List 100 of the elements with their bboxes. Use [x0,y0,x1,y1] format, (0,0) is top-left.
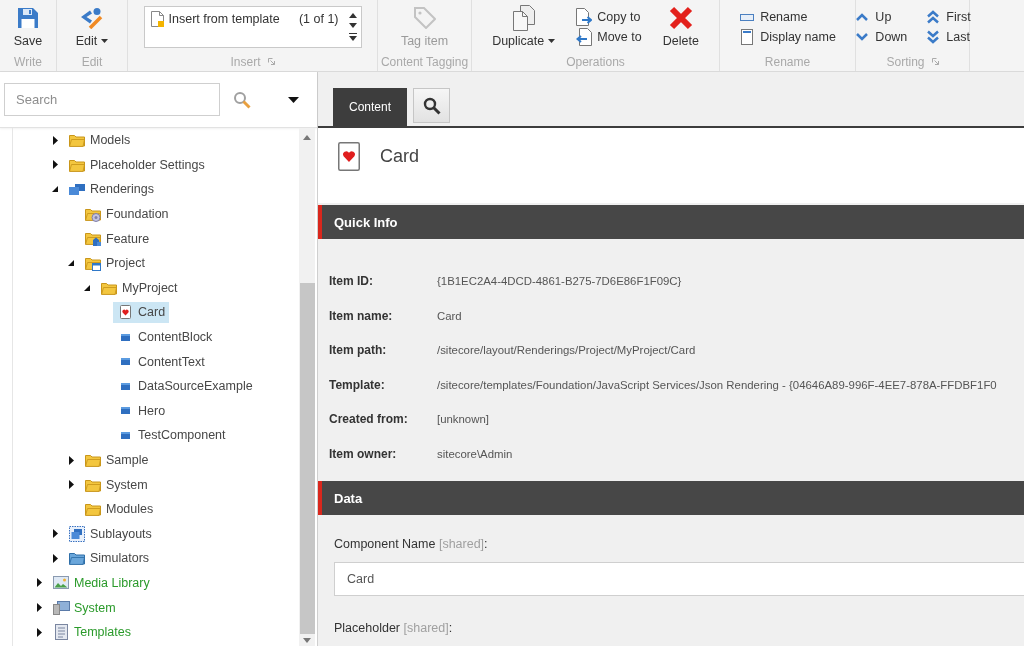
search-tab[interactable] [413,88,451,123]
expanded-arrow-icon[interactable] [84,284,90,291]
tree-item[interactable]: System [81,474,152,496]
collapsed-arrow-icon[interactable] [68,455,74,465]
scrollbar[interactable] [299,128,315,646]
tag-icon [413,7,436,29]
ribbon-button[interactable]: Duplicate [487,3,561,50]
tree-item[interactable]: Project [81,252,149,274]
tree-item[interactable]: Templates [49,621,135,643]
chevron-pencil-icon [80,7,104,29]
scrollbar-thumb[interactable] [299,283,315,634]
dropdown-caret-icon[interactable] [288,96,299,103]
ribbon-button[interactable]: Up [852,7,910,27]
group-label: Rename [764,54,811,69]
double-chevron-down-icon [927,30,940,44]
expanded-arrow-icon[interactable] [68,260,74,267]
rectangle-icon [120,333,130,341]
tree-item[interactable]: Foundation [81,203,173,225]
collapsed-arrow-icon[interactable] [36,603,42,613]
tree-item[interactable]: ContentText [113,351,209,373]
expanded-arrow-icon[interactable] [52,186,58,193]
ribbon-button[interactable]: Display name [737,27,838,47]
ribbon-button[interactable]: Delete [657,3,704,50]
info-label: Item owner: [329,446,398,461]
collapsed-arrow-icon[interactable] [36,627,42,637]
tree-item[interactable]: Feature [81,228,154,250]
ribbon-button[interactable]: Last [923,27,973,47]
collapsed-arrow-icon[interactable] [52,553,58,563]
info-value: sitecore\Admin [437,447,513,460]
page-icon [150,11,164,27]
tree-item[interactable]: System [49,597,120,619]
ribbon-button[interactable]: Copy to [574,7,644,27]
page-arrow-icon [576,28,593,46]
item-title: Card [380,146,419,167]
section-header[interactable]: Quick Info [318,205,1024,239]
search-icon[interactable] [233,90,251,109]
text-box-icon [740,13,755,21]
tree-item[interactable]: Modules [81,498,158,520]
dotted-frame-icon [69,525,85,542]
field-label: Component Name [shared]: [334,536,489,553]
tree-item[interactable]: Sample [81,449,153,471]
text-field[interactable]: Card [334,562,1024,596]
heart-card-icon [338,142,360,171]
tree-item[interactable]: Card [113,301,170,323]
window-icon [741,29,754,45]
section-header[interactable]: Data [318,481,1024,515]
computer-icon [52,600,70,615]
search-icon [422,96,441,115]
folder-icon [69,157,85,172]
ribbon-button[interactable]: Save [8,3,48,50]
folder-gear-icon [85,206,101,222]
group-label: Content Tagging [380,54,469,69]
item-count: (1 of 1) [298,11,340,28]
scroll-up-icon[interactable] [348,12,357,18]
folder-window-icon [85,255,101,271]
tree-item[interactable]: DataSourceExample [113,375,257,397]
bar-triangle-icon[interactable] [348,33,357,42]
info-label: Item name: [329,308,394,323]
info-label: Template: [329,377,386,392]
ribbon-button[interactable]: Edit [70,3,114,50]
folder-icon [69,133,85,148]
ribbon-button[interactable]: First [923,7,973,27]
info-value: Card [437,309,462,322]
tree-item[interactable]: ContentBlock [113,326,217,348]
gallery-item[interactable]: Insert from template [148,10,282,28]
tree-item[interactable]: Media Library [49,572,154,594]
rectangle-icon [120,431,130,439]
ribbon-button[interactable]: Rename [737,7,838,27]
picture-icon [53,576,69,590]
documents-icon [512,5,535,31]
collapsed-arrow-icon[interactable] [52,529,58,539]
tree-item[interactable]: Sublayouts [65,523,156,545]
tab[interactable]: Content [333,88,408,126]
tree-item[interactable]: Hero [113,400,170,422]
info-value: /sitecore/templates/Foundation/JavaScript Services/Json Rendering - {04646A89-996F-4EE7-878A-FFDBF1F0 [437,378,997,391]
collapsed-arrow-icon[interactable] [52,135,58,145]
info-label: Created from: [329,412,409,427]
ribbon-button[interactable]: Down [852,27,910,47]
folder-icon [85,502,101,517]
rectangle-icon [120,382,130,390]
tree-item[interactable]: Models [65,129,135,151]
collapsed-arrow-icon[interactable] [36,578,42,588]
tree-item[interactable]: Renderings [65,179,158,200]
tree-item[interactable]: MyProject [97,277,182,299]
scroll-down-icon[interactable] [348,23,357,28]
tree-item[interactable]: Simulators [65,547,154,569]
info-label: Item path: [329,343,388,358]
page-arrow-icon [576,8,593,26]
group-label: Operations [566,54,625,69]
folder-icon [101,280,117,295]
group-label: Insert [230,54,261,69]
stacked-windows-icon [69,184,85,195]
search-field[interactable]: Search [4,83,220,116]
tree-item[interactable]: TestComponent [113,424,230,446]
ribbon-button[interactable]: Move to [574,27,644,47]
collapsed-arrow-icon[interactable] [68,480,74,490]
folder-icon [85,453,101,467]
tree-item[interactable]: Placeholder Settings [65,154,209,176]
collapsed-arrow-icon[interactable] [52,160,58,170]
double-chevron-up-icon [927,10,940,24]
